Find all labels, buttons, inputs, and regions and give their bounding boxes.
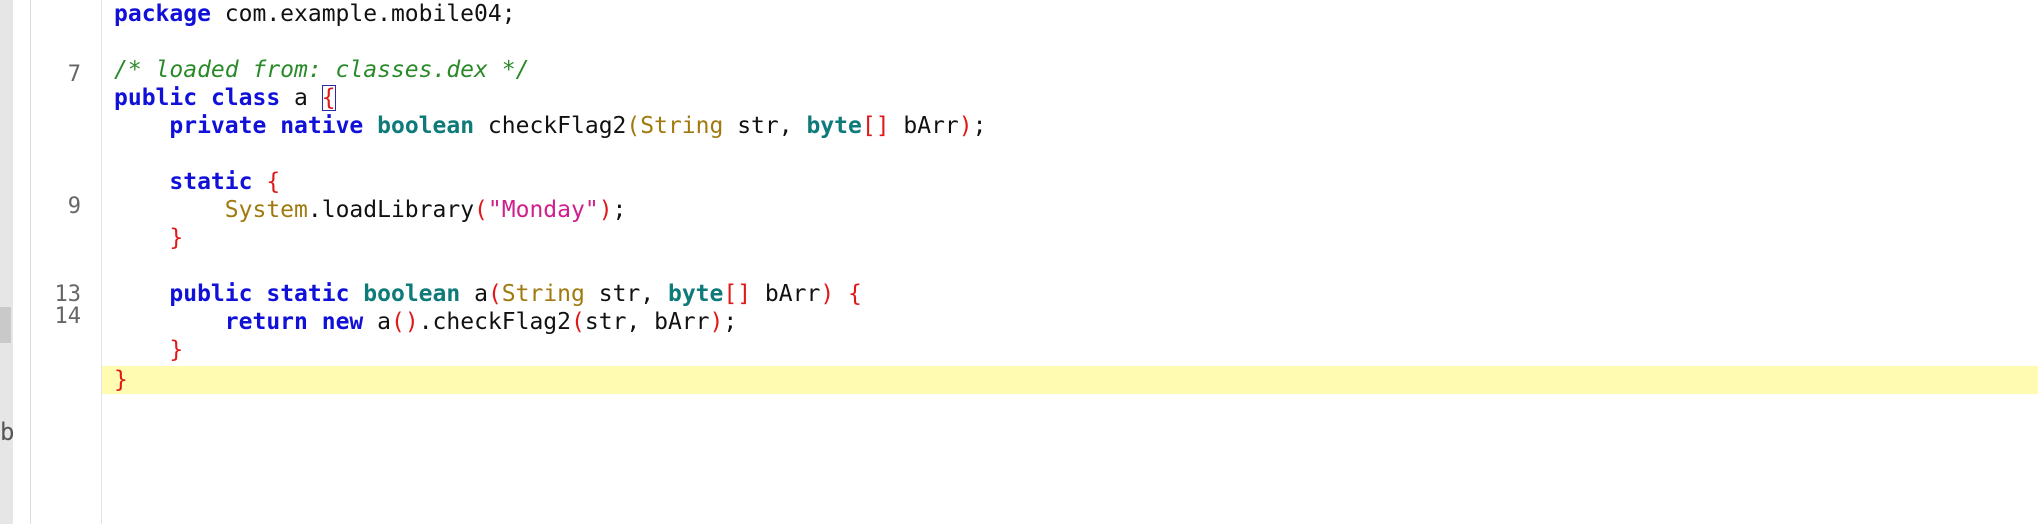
semicolon: ;	[612, 197, 627, 223]
method-call: .loadLibrary	[307, 197, 475, 223]
class-ref: String	[640, 113, 724, 139]
param: bArr	[751, 281, 821, 307]
keyword: new	[321, 309, 364, 335]
keyword: package	[114, 1, 211, 27]
brace: {	[266, 169, 281, 195]
brace: {	[848, 281, 862, 307]
code-line-class-close-highlighted: }	[102, 366, 2038, 394]
code-line-return: return new a().checkFlag2(str, bArr);	[102, 308, 2038, 336]
semicolon: ;	[972, 113, 987, 139]
code-line-loadlibrary: System.loadLibrary("Monday");	[102, 196, 2038, 224]
line-number-gutter: 7 9 13 14	[31, 0, 101, 524]
args: str, bArr	[584, 309, 710, 335]
line-number: 9	[67, 194, 81, 219]
code-line-static-close: }	[102, 224, 2038, 252]
code-line-native-method: private native boolean checkFlag2(String…	[102, 112, 2038, 140]
class-name: a	[280, 85, 322, 111]
type: boolean	[363, 281, 461, 307]
method-name: a	[460, 281, 488, 307]
type: byte	[806, 113, 862, 139]
code-line-package: package com.example.mobile04;	[102, 0, 2038, 28]
brace: }	[169, 225, 184, 251]
paren: (	[571, 309, 585, 335]
brace: }	[114, 367, 128, 393]
param: str,	[723, 113, 807, 139]
paren: )	[958, 113, 973, 139]
brackets: []	[723, 281, 752, 307]
keyword: public	[114, 85, 198, 111]
code-editor[interactable]: b 7 9 13 14 package com.example.mobile04…	[0, 0, 2038, 524]
class-ref: String	[501, 281, 585, 307]
keyword: public	[169, 281, 253, 307]
method-name: checkFlag2	[474, 113, 627, 139]
keyword: return	[224, 309, 308, 335]
string-literal: "Monday"	[487, 197, 599, 223]
paren: (	[474, 197, 488, 223]
paren: (	[626, 113, 641, 139]
code-text-area[interactable]: package com.example.mobile04; /* loaded …	[102, 0, 2038, 524]
sidebar-scroll-marker[interactable]	[0, 307, 11, 343]
type: byte	[667, 281, 724, 307]
caret-brace[interactable]: {	[321, 85, 336, 111]
code-line-method-close: }	[102, 336, 2038, 364]
class-ref: System	[224, 197, 308, 223]
line-number: 14	[54, 304, 82, 329]
brace: }	[169, 337, 184, 363]
paren: (	[487, 281, 502, 307]
param: str,	[584, 281, 668, 307]
keyword: class	[210, 85, 281, 111]
paren: )	[820, 281, 835, 307]
semicolon: ;	[723, 309, 738, 335]
code-line-class-decl: public class a {	[102, 84, 2038, 112]
comment: /* loaded from: classes.dex */	[114, 57, 530, 83]
paren: ()	[390, 309, 419, 335]
left-sidebar-strip[interactable]: b	[0, 0, 13, 524]
paren: )	[598, 197, 613, 223]
code-line-method-a: public static boolean a(String str, byte…	[102, 280, 2038, 308]
code-line-comment: /* loaded from: classes.dex */	[102, 56, 2038, 84]
keyword: private	[169, 113, 267, 139]
class-name: a	[363, 309, 391, 335]
sidebar-partial-label: b	[0, 418, 13, 446]
line-number: 7	[67, 62, 81, 87]
keyword: static	[169, 169, 253, 195]
brackets: []	[861, 113, 890, 139]
type: boolean	[377, 113, 475, 139]
keyword: native	[280, 113, 364, 139]
method-call: .checkFlag2	[418, 309, 572, 335]
param: bArr	[889, 113, 959, 139]
code-line-static-open: static {	[102, 168, 2038, 196]
package-name: com.example.mobile04;	[210, 1, 516, 27]
paren: )	[709, 309, 724, 335]
keyword: static	[266, 281, 350, 307]
